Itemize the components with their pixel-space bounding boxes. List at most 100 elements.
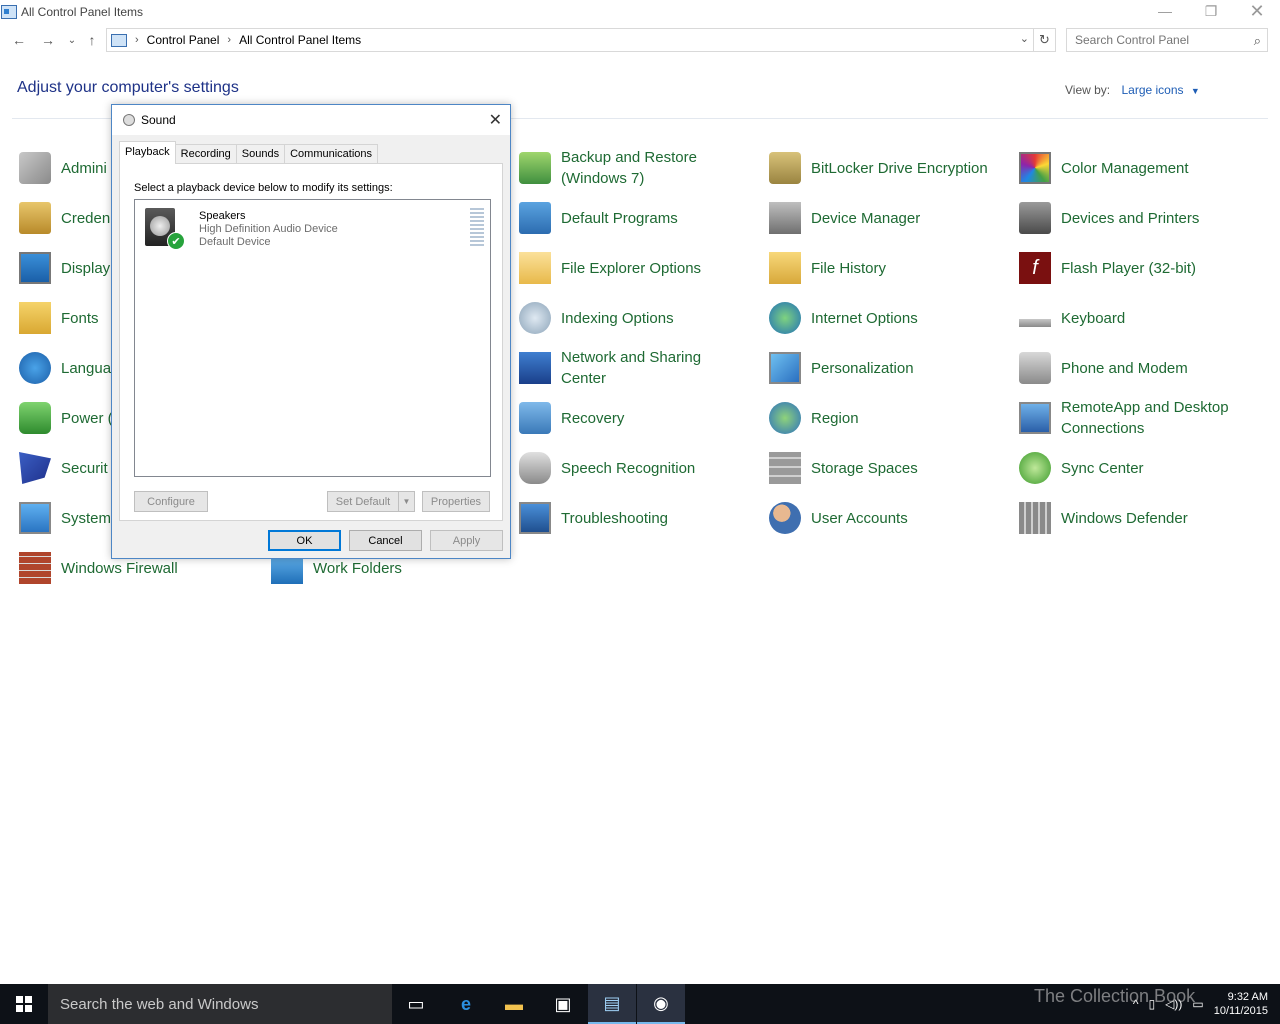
item-troubleshooting[interactable]: Troubleshooting	[519, 497, 668, 539]
dialog-title: Sound	[141, 113, 176, 127]
volume-meter	[470, 208, 484, 246]
breadcrumb-control-panel[interactable]: Control Panel	[147, 33, 220, 47]
default-check-icon: ✔	[167, 232, 185, 250]
device-list[interactable]: ✔ Speakers High Definition Audio Device …	[134, 199, 491, 477]
navigation-bar: ← → ⌄ ↑ › Control Panel › All Control Pa…	[0, 26, 1280, 54]
tab-communications[interactable]: Communications	[284, 144, 379, 164]
instruction-text: Select a playback device below to modify…	[134, 182, 393, 194]
item-language[interactable]: Langua	[19, 347, 111, 389]
item-credential-manager[interactable]: Creden	[19, 197, 110, 239]
item-user-accounts[interactable]: User Accounts	[769, 497, 908, 539]
search-input[interactable]	[1067, 33, 1237, 47]
item-personalization[interactable]: Personalization	[769, 347, 914, 389]
search-icon[interactable]: ⌕	[1254, 33, 1261, 49]
storage-spaces-icon	[769, 452, 801, 484]
keyboard-icon	[1019, 319, 1051, 327]
restore-button[interactable]: ❐	[1188, 0, 1234, 22]
chevron-right-icon[interactable]: ›	[135, 34, 139, 46]
chevron-right-icon[interactable]: ›	[227, 34, 231, 46]
power-options-icon	[19, 402, 51, 434]
set-default-button[interactable]: Set Default	[327, 491, 399, 512]
set-default-dropdown[interactable]: ▼	[398, 491, 415, 512]
flash-player-icon: f	[1019, 252, 1051, 284]
device-item-speakers[interactable]: ✔ Speakers High Definition Audio Device …	[141, 206, 486, 252]
item-indexing-options[interactable]: Indexing Options	[519, 297, 674, 339]
item-internet-options[interactable]: Internet Options	[769, 297, 918, 339]
taskbar-search-box[interactable]: Search the web and Windows	[48, 984, 392, 1024]
bitlocker-icon	[769, 152, 801, 184]
item-phone-modem[interactable]: Phone and Modem	[1019, 347, 1188, 389]
control-panel-taskbar-icon[interactable]: ▤	[588, 984, 636, 1024]
view-by-dropdown[interactable]: Large icons	[1121, 83, 1183, 97]
remoteapp-icon	[1019, 402, 1051, 434]
item-file-history[interactable]: File History	[769, 247, 886, 289]
refresh-button[interactable]: ↻	[1034, 28, 1056, 52]
view-by: View by: Large icons ▼	[1065, 83, 1200, 97]
item-bitlocker[interactable]: BitLocker Drive Encryption	[769, 147, 988, 189]
start-button[interactable]	[0, 984, 48, 1024]
cancel-button[interactable]: Cancel	[349, 530, 422, 551]
apply-button[interactable]: Apply	[430, 530, 503, 551]
configure-button[interactable]: Configure	[134, 491, 208, 512]
close-icon[interactable]: ✕	[489, 110, 502, 130]
item-windows-defender[interactable]: Windows Defender	[1019, 497, 1188, 539]
ok-button[interactable]: OK	[268, 530, 341, 551]
control-panel-icon	[111, 33, 127, 47]
item-security-maintenance[interactable]: Securit	[19, 447, 108, 489]
item-system[interactable]: System	[19, 497, 111, 539]
item-fonts[interactable]: Fonts	[19, 297, 99, 339]
indexing-options-icon	[519, 302, 551, 334]
window-controls: — ❐ ✕	[1142, 0, 1280, 22]
item-power-options[interactable]: Power (	[19, 397, 113, 439]
store-icon[interactable]: ▣	[539, 984, 587, 1024]
item-file-explorer-options[interactable]: File Explorer Options	[519, 247, 701, 289]
dialog-tabs: Playback Recording Sounds Communications	[119, 141, 379, 164]
tab-sounds[interactable]: Sounds	[235, 144, 286, 164]
item-devices-printers[interactable]: Devices and Printers	[1019, 197, 1199, 239]
caret-down-icon[interactable]: ▼	[1191, 86, 1200, 96]
device-manager-icon	[769, 202, 801, 234]
minimize-button[interactable]: —	[1142, 0, 1188, 22]
color-management-icon	[1019, 152, 1051, 184]
sound-taskbar-icon[interactable]: ◉	[637, 984, 685, 1024]
item-speech-recognition[interactable]: Speech Recognition	[519, 447, 695, 489]
item-administrative-tools[interactable]: Admini	[19, 147, 107, 189]
item-color-management[interactable]: Color Management	[1019, 147, 1189, 189]
windows-defender-icon	[1019, 502, 1051, 534]
file-explorer-options-icon	[519, 252, 551, 284]
item-flash-player[interactable]: f Flash Player (32-bit)	[1019, 247, 1196, 289]
fonts-icon	[19, 302, 51, 334]
sound-dialog: Sound ✕ Playback Recording Sounds Commun…	[111, 104, 511, 559]
tab-playback[interactable]: Playback	[119, 141, 176, 164]
properties-button[interactable]: Properties	[422, 491, 490, 512]
item-recovery[interactable]: Recovery	[519, 397, 624, 439]
clock[interactable]: 9:32 AM 10/11/2015	[1214, 990, 1268, 1018]
recovery-icon	[519, 402, 551, 434]
item-storage-spaces[interactable]: Storage Spaces	[769, 447, 918, 489]
address-bar[interactable]: › Control Panel › All Control Panel Item…	[106, 28, 1034, 52]
item-remoteapp[interactable]: RemoteApp and Desktop Connections	[1019, 397, 1229, 439]
forward-button[interactable]: →	[38, 30, 58, 50]
clock-date: 10/11/2015	[1213, 1005, 1268, 1017]
item-region[interactable]: Region	[769, 397, 859, 439]
edge-browser-icon[interactable]: e	[442, 984, 490, 1024]
chevron-down-icon[interactable]: ⌄	[1020, 32, 1029, 45]
item-network-sharing[interactable]: Network and Sharing Center	[519, 347, 701, 389]
title-bar: All Control Panel Items — ❐ ✕	[0, 0, 1280, 24]
item-keyboard[interactable]: Keyboard	[1019, 297, 1125, 339]
item-default-programs[interactable]: Default Programs	[519, 197, 678, 239]
task-view-icon[interactable]: ▭	[392, 984, 440, 1024]
item-sync-center[interactable]: Sync Center	[1019, 447, 1144, 489]
back-button[interactable]: ←	[9, 30, 29, 50]
file-explorer-icon[interactable]: ▬	[490, 984, 538, 1024]
recent-locations-button[interactable]: ⌄	[62, 30, 82, 50]
item-display[interactable]: Display	[19, 247, 110, 289]
up-button[interactable]: ↑	[82, 30, 102, 50]
close-button[interactable]: ✕	[1234, 0, 1280, 22]
tab-recording[interactable]: Recording	[174, 144, 237, 164]
search-box[interactable]: ⌕	[1066, 28, 1268, 52]
item-device-manager[interactable]: Device Manager	[769, 197, 920, 239]
item-backup-restore[interactable]: Backup and Restore (Windows 7)	[519, 147, 697, 189]
personalization-icon	[769, 352, 801, 384]
breadcrumb-all-items[interactable]: All Control Panel Items	[239, 33, 361, 47]
